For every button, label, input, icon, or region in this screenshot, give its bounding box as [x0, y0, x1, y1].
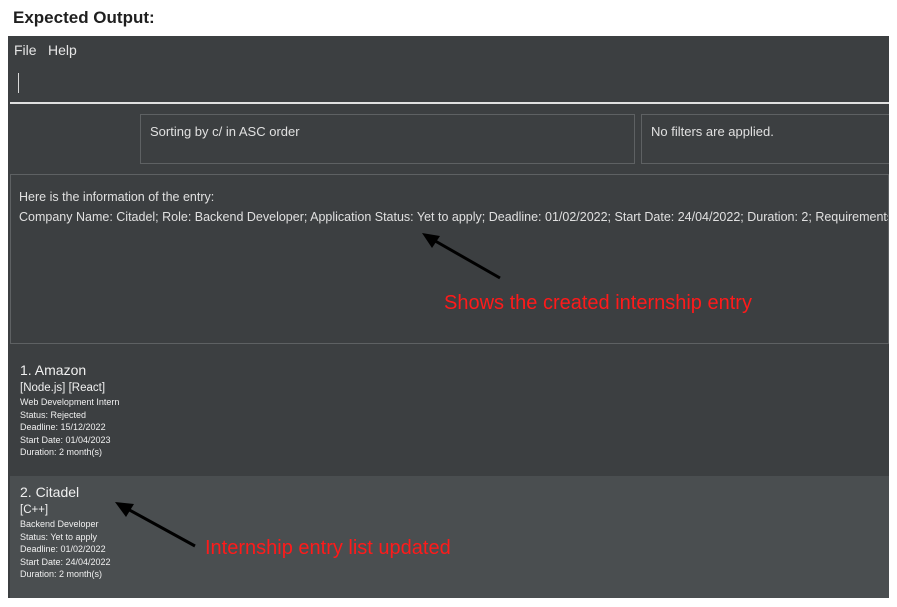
menu-file[interactable]: File: [14, 42, 37, 58]
entry-start-date: Start Date: 01/04/2023: [20, 434, 111, 445]
entry-tags: [C++]: [20, 504, 49, 516]
sort-status-text: Sorting by c/ in ASC order: [150, 124, 300, 139]
entry-name: 1. Amazon: [20, 362, 87, 378]
entry-status: Status: Rejected: [20, 409, 87, 420]
menu-bar: File Help: [8, 36, 889, 64]
entry-name: 2. Citadel: [20, 484, 80, 500]
entry-role: Web Development Intern: [20, 397, 120, 407]
result-line-1: Here is the information of the entry:: [19, 190, 215, 204]
result-line-2: Company Name: Citadel; Role: Backend Dev…: [19, 210, 889, 224]
result-display: Here is the information of the entry: Co…: [10, 174, 889, 344]
entry-list[interactable]: 1. Amazon [Node.js] [React] Web Developm…: [10, 352, 889, 598]
entry-role: Backend Developer: [20, 519, 99, 529]
entry-deadline: Deadline: 15/12/2022: [20, 422, 106, 432]
app-window: File Help Sorting by c/ in ASC order No …: [8, 36, 889, 598]
filter-status: No filters are applied.: [641, 114, 889, 164]
entry-tags: [Node.js] [React]: [20, 382, 106, 394]
annotation-created-entry: Shows the created internship entry: [444, 292, 752, 314]
list-item[interactable]: 1. Amazon [Node.js] [React] Web Developm…: [10, 352, 889, 476]
menu-help[interactable]: Help: [48, 42, 77, 58]
page-heading: Expected Output:: [13, 8, 155, 27]
text-caret: [18, 73, 19, 93]
entry-duration: Duration: 2 month(s): [20, 447, 103, 457]
status-bar: Sorting by c/ in ASC order No filters ar…: [8, 106, 889, 170]
command-input[interactable]: [10, 66, 889, 104]
sort-status: Sorting by c/ in ASC order: [140, 114, 635, 164]
entry-duration: Duration: 2 month(s): [20, 569, 103, 579]
filter-status-text: No filters are applied.: [651, 124, 774, 139]
annotation-list-updated: Internship entry list updated: [205, 537, 451, 559]
